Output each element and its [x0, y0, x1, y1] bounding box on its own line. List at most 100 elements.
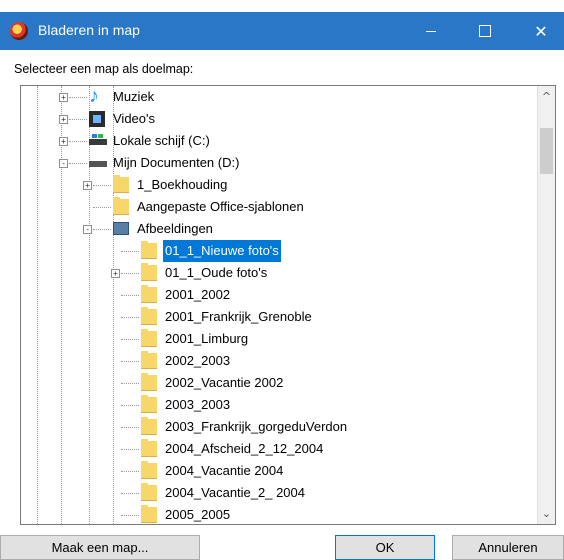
make-folder-button[interactable]: Maak een map...	[0, 535, 200, 560]
minimize-button[interactable]	[408, 12, 454, 50]
folder-icon	[141, 285, 157, 303]
music-icon: ♪	[89, 85, 99, 107]
folder-icon	[141, 307, 157, 325]
folder-icon	[141, 329, 157, 347]
tree-item[interactable]: 01_1_Nieuwe foto's	[141, 240, 441, 262]
folder-icon	[141, 417, 157, 435]
folder-icon	[113, 175, 129, 193]
maximize-button[interactable]	[462, 12, 508, 50]
tree-item-label: 2004_Afscheid_2_12_2004	[165, 441, 324, 456]
tree-connector	[93, 229, 111, 231]
tree-item[interactable]: ♪ Muziek	[89, 86, 389, 108]
tree-item[interactable]: 2004_Vacantie_2_ 2004	[141, 482, 441, 504]
folder-tree[interactable]: ^ ⌄ + ♪ Muziek + Video's + Lokale schijf (C:) -…	[20, 85, 556, 525]
folder-icon	[141, 241, 157, 259]
tree-item-label: 1_Boekhouding	[137, 177, 228, 192]
tree-item-label: Aangepaste Office-sjablonen	[137, 199, 304, 214]
drive-icon	[89, 161, 107, 167]
pictures-folder-icon	[113, 222, 129, 235]
tree-item-label: Afbeeldingen	[137, 221, 213, 236]
tree-item-label: 2003_2003	[165, 397, 231, 412]
tree-item[interactable]: Lokale schijf (C:)	[89, 130, 389, 152]
tree-item-label: 2001_2002	[165, 287, 231, 302]
collapse-icon[interactable]: -	[59, 159, 68, 168]
collapse-icon[interactable]: -	[83, 225, 92, 234]
folder-icon	[141, 373, 157, 391]
tree-item-label: 01_1_Oude foto's	[165, 265, 268, 280]
tree-connector	[121, 493, 139, 495]
folder-icon	[141, 263, 157, 281]
expand-icon[interactable]: +	[83, 181, 92, 190]
tree-item-label: 2004_Vacantie 2004	[165, 463, 284, 478]
tree-connector	[93, 185, 111, 187]
tree-connector	[121, 317, 139, 319]
tree-connector	[93, 207, 111, 209]
minimize-icon	[426, 30, 436, 32]
tree-connector	[121, 361, 139, 363]
expand-icon[interactable]: +	[59, 93, 68, 102]
tree-item-label: 2002_Vacantie 2002	[165, 375, 284, 390]
tree-connector	[69, 119, 87, 121]
tree-guide-line	[37, 86, 39, 524]
tree-item-label: 2001_Frankrijk_Grenoble	[165, 309, 312, 324]
tree-connector	[121, 515, 139, 517]
tree-item[interactable]: 2001_Limburg	[141, 328, 441, 350]
tree-guide-line	[61, 86, 63, 524]
tree-connector	[121, 383, 139, 385]
folder-icon	[141, 483, 157, 501]
tree-connector	[121, 295, 139, 297]
tree-connector	[121, 405, 139, 407]
window-title: Bladeren in map	[38, 22, 140, 38]
expand-icon[interactable]: +	[111, 269, 120, 278]
tree-item[interactable]: Mijn Documenten (D:)	[89, 152, 389, 174]
tree-item-label: 2005_2005	[165, 507, 231, 522]
tree-item[interactable]: 2001_Frankrijk_Grenoble	[141, 306, 441, 328]
tree-connector	[121, 273, 139, 275]
tree-item[interactable]: 2002_2003	[141, 350, 441, 372]
folder-icon	[141, 461, 157, 479]
tree-item-label: 2003_Frankrijk_gorgeduVerdon	[165, 419, 348, 434]
scroll-thumb[interactable]	[540, 128, 553, 174]
tree-connector	[121, 251, 139, 253]
tree-connector	[121, 471, 139, 473]
tree-item[interactable]: 1_Boekhouding	[113, 174, 413, 196]
tree-item[interactable]: 2003_Frankrijk_gorgeduVerdon	[141, 416, 441, 438]
title-bar[interactable]: Bladeren in map ✕	[0, 12, 564, 50]
tree-item-label: Mijn Documenten (D:)	[113, 155, 240, 170]
vertical-scrollbar[interactable]: ^ ⌄	[537, 86, 555, 524]
expand-icon[interactable]: +	[59, 137, 68, 146]
tree-item[interactable]: 2002_Vacantie 2002	[141, 372, 441, 394]
folder-icon	[113, 197, 129, 215]
expand-icon[interactable]: +	[59, 115, 68, 124]
drive-icon	[89, 134, 107, 145]
tree-connector	[69, 141, 87, 143]
app-icon	[10, 22, 28, 40]
maximize-icon	[479, 25, 491, 37]
scroll-up-icon[interactable]: ^	[538, 88, 555, 105]
tree-item-label: Muziek	[113, 89, 155, 104]
tree-item[interactable]: 01_1_Oude foto's	[141, 262, 441, 284]
tree-connector	[121, 449, 139, 451]
tree-item-label: Video's	[113, 111, 155, 126]
tree-item[interactable]: Afbeeldingen	[113, 218, 413, 240]
ok-button[interactable]: OK	[335, 535, 435, 560]
tree-item[interactable]: 2001_2002	[141, 284, 441, 306]
tree-item[interactable]: Video's	[89, 108, 389, 130]
scroll-down-icon[interactable]: ⌄	[538, 505, 555, 522]
tree-item-label: 2004_Vacantie_2_ 2004	[165, 485, 305, 500]
cancel-button[interactable]: Annuleren	[452, 535, 564, 560]
close-button[interactable]: ✕	[518, 12, 564, 50]
tree-item-label: 2002_2003	[165, 353, 231, 368]
tree-item-label: 2001_Limburg	[165, 331, 249, 346]
video-icon	[89, 111, 105, 127]
tree-item[interactable]: Aangepaste Office-sjablonen	[113, 196, 413, 218]
instruction-text: Selecteer een map als doelmap:	[14, 62, 194, 76]
tree-item[interactable]: 2004_Afscheid_2_12_2004	[141, 438, 441, 460]
folder-icon	[141, 505, 157, 523]
tree-item[interactable]: 2004_Vacantie 2004	[141, 460, 441, 482]
tree-connector	[69, 163, 87, 165]
tree-connector	[69, 97, 87, 99]
tree-item[interactable]: 2005_2005	[141, 504, 441, 524]
tree-item-label: 01_1_Nieuwe foto's	[163, 240, 281, 262]
tree-item[interactable]: 2003_2003	[141, 394, 441, 416]
